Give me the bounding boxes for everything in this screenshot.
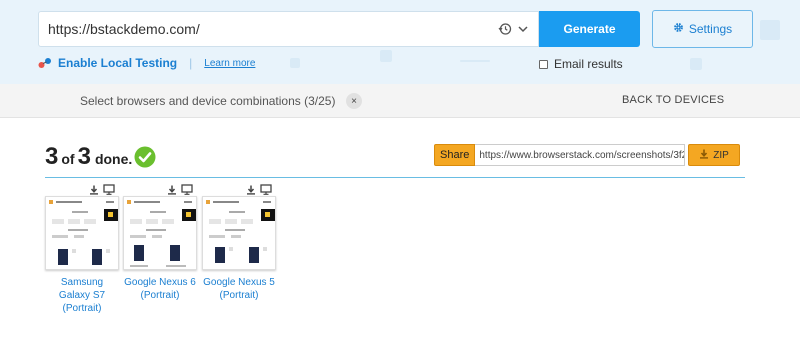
card-tools: [123, 182, 197, 196]
settings-button[interactable]: Settings: [652, 10, 753, 48]
screenshot-card[interactable]: Google Nexus 5 (Portrait): [202, 182, 276, 302]
progress-status: 3 of 3 done.: [45, 143, 135, 171]
monitor-icon[interactable]: [103, 182, 115, 196]
url-input[interactable]: https://bstackdemo.com/: [38, 11, 539, 47]
total-count: 3: [77, 143, 91, 170]
of-word: of: [61, 151, 75, 167]
close-icon: ×: [351, 95, 357, 107]
decor-square: [380, 50, 392, 62]
decor-square: [760, 20, 780, 40]
screenshot-card[interactable]: Google Nexus 6 (Portrait): [123, 182, 197, 302]
screenshot-thumbnail[interactable]: [123, 196, 197, 270]
selection-bar: Select browsers and device combinations …: [0, 84, 800, 118]
selection-summary: Select browsers and device combinations …: [80, 94, 336, 108]
download-icon[interactable]: [167, 182, 177, 196]
download-icon: [699, 149, 709, 162]
decor-square: [690, 58, 702, 70]
url-input-value[interactable]: https://bstackdemo.com/: [39, 21, 497, 37]
back-to-devices-link[interactable]: BACK TO DEVICES: [622, 94, 724, 106]
done-word: done.: [94, 151, 133, 167]
clear-selection-button[interactable]: ×: [346, 93, 362, 109]
screenshot-card[interactable]: Samsung Galaxy S7 (Portrait): [45, 182, 119, 315]
generate-button[interactable]: Generate: [539, 11, 640, 47]
decor-square: [290, 58, 300, 68]
divider: [45, 177, 745, 178]
chevron-down-icon[interactable]: [516, 22, 530, 36]
local-testing-row: Enable Local Testing | Learn more: [38, 56, 255, 70]
decor-line: [460, 60, 490, 62]
share-group: Share https://www.browserstack.com/scree…: [434, 144, 686, 166]
share-button[interactable]: Share: [434, 144, 476, 166]
share-url-field[interactable]: https://www.browserstack.com/screenshots…: [475, 144, 686, 166]
zip-label: ZIP: [713, 149, 729, 161]
screenshot-thumbnail[interactable]: [45, 196, 119, 270]
local-testing-icon: [38, 57, 52, 69]
header-band: https://bstackdemo.com/ Generate Setting…: [0, 0, 800, 84]
separator: |: [189, 56, 193, 70]
done-count: 3: [45, 143, 59, 170]
download-icon[interactable]: [246, 182, 256, 196]
check-circle-icon: [134, 146, 156, 168]
email-results-row[interactable]: Email results: [539, 57, 623, 71]
settings-label: Settings: [688, 22, 733, 36]
screenshot-thumbnail[interactable]: [202, 196, 276, 270]
zip-download-button[interactable]: ZIP: [688, 144, 740, 166]
learn-more-link[interactable]: Learn more: [204, 58, 255, 69]
device-label[interactable]: Samsung Galaxy S7 (Portrait): [45, 276, 119, 315]
card-tools: [202, 182, 276, 196]
monitor-icon[interactable]: [260, 182, 272, 196]
enable-local-testing-link[interactable]: Enable Local Testing: [58, 56, 177, 70]
email-results-checkbox[interactable]: [539, 59, 548, 69]
device-label[interactable]: Google Nexus 5 (Portrait): [202, 276, 276, 302]
card-tools: [45, 182, 119, 196]
email-results-label: Email results: [554, 57, 623, 71]
download-icon[interactable]: [89, 182, 99, 196]
device-label[interactable]: Google Nexus 6 (Portrait): [123, 276, 197, 302]
monitor-icon[interactable]: [181, 182, 193, 196]
gear-icon: [673, 22, 684, 36]
history-icon[interactable]: [497, 21, 513, 37]
